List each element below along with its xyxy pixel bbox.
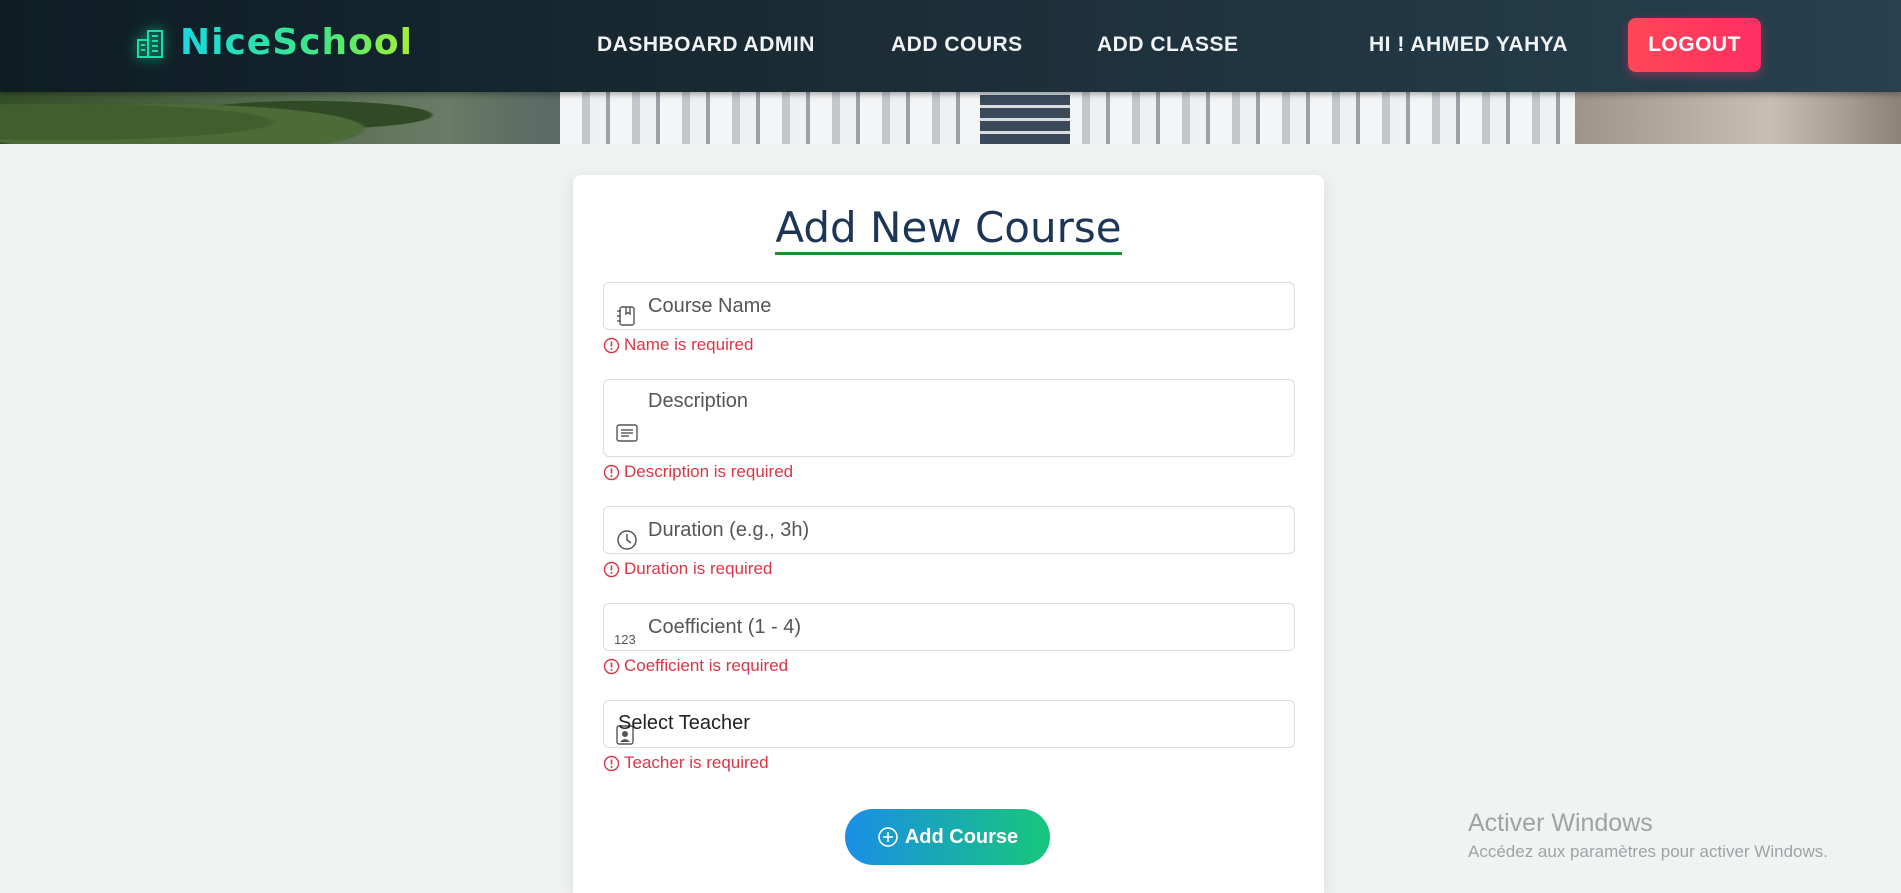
windows-activation-subtitle: Accédez aux paramètres pour activer Wind… — [1468, 842, 1828, 861]
building-windows-image — [980, 92, 1070, 144]
description-error-text: Description is required — [624, 462, 794, 481]
plus-circle-icon — [878, 827, 898, 847]
teacher-select-value: Select Teacher — [618, 712, 750, 734]
building-right-image — [1575, 84, 1901, 144]
coefficient-error: Coefficient is required — [603, 656, 788, 676]
description-error: Description is required — [603, 462, 793, 482]
top-navbar: NiceSchool DASHBOARD ADMIN ADD COURS ADD… — [0, 0, 1901, 92]
brand-logo[interactable]: NiceSchool — [134, 22, 413, 63]
building-icon — [137, 29, 163, 58]
exclamation-circle-icon — [603, 464, 620, 480]
exclamation-circle-icon — [603, 658, 620, 674]
teacher-error: Teacher is required — [603, 753, 769, 773]
page-title-text: Add New Course — [775, 203, 1122, 255]
add-course-button-label: Add Course — [904, 825, 1019, 848]
exclamation-circle-icon — [603, 337, 620, 353]
course-name-error-text: Name is required — [624, 335, 754, 354]
logout-button[interactable]: LOGOUT — [1628, 18, 1761, 72]
duration-input[interactable] — [604, 507, 1294, 553]
course-name-error: Name is required — [603, 335, 753, 355]
coefficient-field: 123 — [603, 603, 1295, 651]
course-name-field — [603, 282, 1295, 330]
nav-add-cours[interactable]: ADD COURS — [891, 33, 1023, 57]
building-image — [560, 84, 1580, 144]
coefficient-input[interactable] — [604, 604, 1294, 650]
add-course-button[interactable]: Add Course — [845, 809, 1050, 865]
teacher-error-text: Teacher is required — [624, 753, 769, 772]
add-course-form-card: Add New Course Name is required Descript… — [573, 175, 1324, 893]
exclamation-circle-icon — [603, 561, 620, 577]
course-name-input[interactable] — [604, 283, 1294, 329]
duration-field — [603, 506, 1295, 554]
nav-add-classe[interactable]: ADD CLASSE — [1097, 33, 1239, 57]
user-greeting: HI ! AHMED YAHYA — [1369, 33, 1568, 56]
coefficient-error-text: Coefficient is required — [624, 656, 789, 675]
page-title: Add New Course — [573, 203, 1324, 255]
teacher-select[interactable]: Select Teacher — [603, 700, 1295, 748]
brand-name: NiceSchool — [180, 22, 413, 63]
nav-dashboard-admin[interactable]: DASHBOARD ADMIN — [597, 33, 815, 57]
exclamation-circle-icon — [603, 755, 620, 771]
description-input[interactable] — [604, 380, 1294, 456]
description-field — [603, 379, 1295, 457]
duration-error: Duration is required — [603, 559, 772, 579]
duration-error-text: Duration is required — [624, 559, 773, 578]
windows-activation-title: Activer Windows — [1468, 809, 1653, 837]
